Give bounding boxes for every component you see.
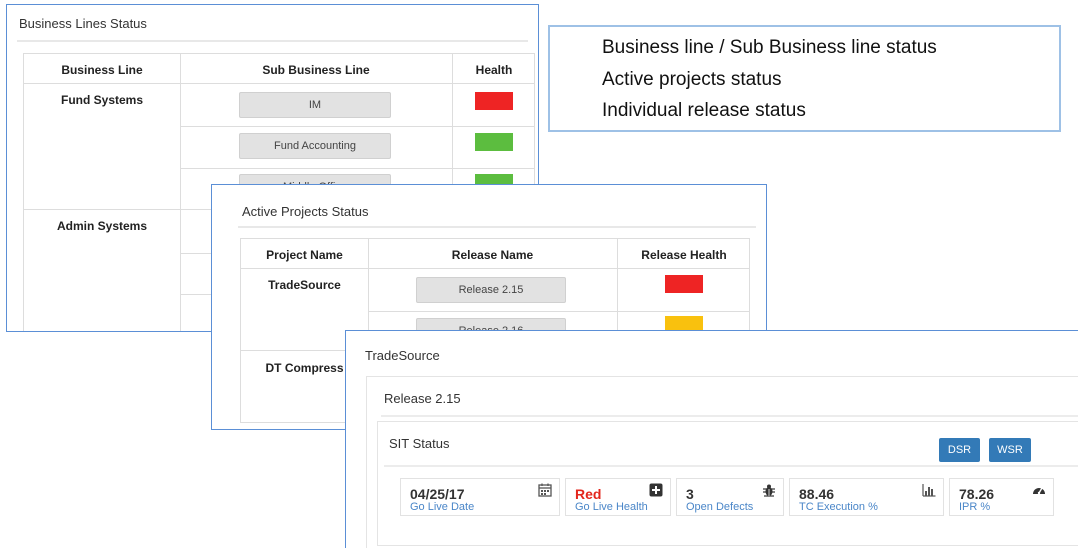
metric-label: TC Execution % <box>799 501 878 513</box>
metric-label: Go Live Date <box>410 501 475 513</box>
metric-value: 3 <box>686 486 694 502</box>
divider <box>384 465 1078 467</box>
row-divider <box>368 311 749 312</box>
tradesource-panel: TradeSource Release 2.15 SIT Status DSR … <box>345 330 1078 548</box>
summary-text-box: Business line / Sub Business line status… <box>548 25 1061 132</box>
panel-title: Business Lines Status <box>19 16 147 31</box>
dashboard-icon <box>1033 487 1045 495</box>
column-divider <box>180 54 181 331</box>
dsr-button[interactable]: DSR <box>939 438 980 462</box>
column-header-health: Health <box>475 63 513 77</box>
metric-value: 78.26 <box>959 486 995 502</box>
project-name: TradeSource <box>268 278 341 292</box>
release-button[interactable]: Release 2.15 <box>416 277 566 303</box>
bug-icon <box>763 484 775 497</box>
bar-chart-icon <box>922 484 936 497</box>
wsr-button[interactable]: WSR <box>989 438 1031 462</box>
metric-card-open-defects: 3 Open Defects <box>676 478 784 516</box>
row-divider <box>180 126 534 127</box>
metric-label: Go Live Health <box>575 501 648 513</box>
sit-status-title: SIT Status <box>389 436 450 451</box>
divider <box>238 226 756 228</box>
header-divider <box>241 268 749 269</box>
column-header-release-health: Release Health <box>641 248 727 262</box>
metric-card-tc-execution: 88.46 TC Execution % <box>789 478 944 516</box>
calendar-icon <box>538 483 552 497</box>
metric-label: Open Defects <box>686 501 754 513</box>
sub-business-line-button[interactable]: Fund Accounting <box>239 133 391 159</box>
plus-square-icon <box>649 483 663 497</box>
header-divider <box>24 83 534 84</box>
summary-line: Individual release status <box>602 100 806 121</box>
row-divider <box>180 168 534 169</box>
divider <box>381 415 1078 417</box>
metric-card-go-live-health: Red Go Live Health <box>565 478 671 516</box>
panel-title: Active Projects Status <box>242 204 369 219</box>
summary-line: Business line / Sub Business line status <box>602 37 937 58</box>
column-header-sub-business-line: Sub Business Line <box>262 63 370 77</box>
panel-title: TradeSource <box>365 348 440 363</box>
sit-status-section: SIT Status DSR WSR 04/25/17 Go Live Date… <box>377 421 1078 546</box>
column-header-release-name: Release Name <box>451 248 534 262</box>
release-title: Release 2.15 <box>384 391 461 406</box>
summary-line: Active projects status <box>602 69 782 90</box>
metric-card-ipr: 78.26 IPR % <box>949 478 1054 516</box>
metric-value: 04/25/17 <box>410 486 465 502</box>
metric-label: IPR % <box>959 501 991 513</box>
health-indicator-red <box>475 92 513 110</box>
sub-business-line-button[interactable]: IM <box>239 92 391 118</box>
metric-value: Red <box>575 486 602 502</box>
column-header-project-name: Project Name <box>266 248 343 262</box>
column-header-business-line: Business Line <box>61 63 143 77</box>
business-line-name: Fund Systems <box>60 93 144 107</box>
metric-value: 88.46 <box>799 486 835 502</box>
business-line-name: Admin Systems <box>56 219 148 233</box>
health-indicator-green <box>475 133 513 151</box>
metric-card-go-live-date: 04/25/17 Go Live Date <box>400 478 560 516</box>
release-health-red <box>665 275 703 293</box>
divider <box>17 40 528 42</box>
